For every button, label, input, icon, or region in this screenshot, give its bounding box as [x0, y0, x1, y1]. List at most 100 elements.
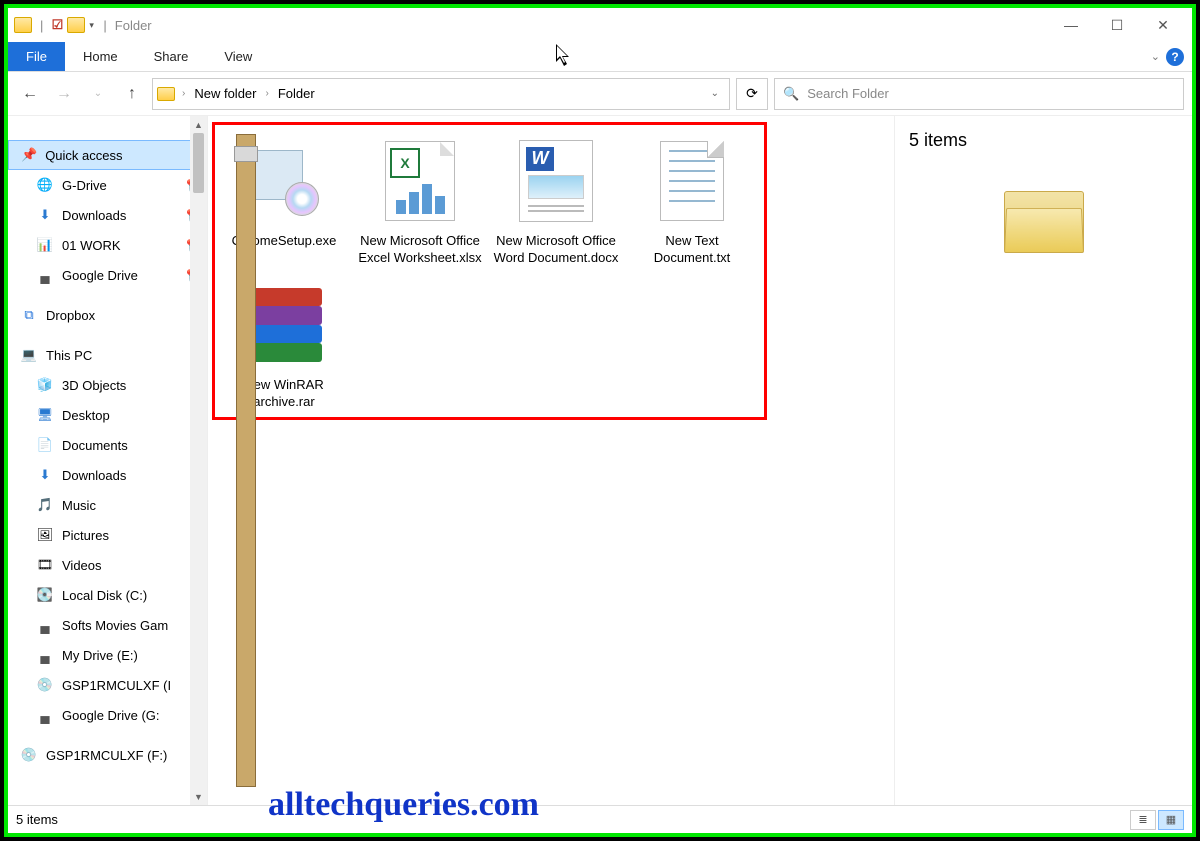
- window-folder-icon: [14, 17, 32, 33]
- preview-pane: 5 items: [894, 116, 1192, 805]
- sidebar-item[interactable]: ⬇ Downloads 📍: [8, 200, 207, 230]
- dvd-icon: 💿: [20, 746, 38, 764]
- sidebar-label: GSP1RMCULXF (F:): [46, 748, 167, 763]
- ribbon-tab-file[interactable]: File: [8, 42, 65, 71]
- file-list-area[interactable]: ChromeSetup.exe X New Microsoft Office E…: [208, 116, 894, 805]
- address-folder-icon: [157, 87, 175, 101]
- scroll-down-icon[interactable]: ▼: [190, 788, 207, 805]
- sidebar-label: Music: [62, 498, 96, 513]
- file-item-word[interactable]: W New Microsoft Office Word Document.doc…: [493, 131, 619, 267]
- scroll-up-icon[interactable]: ▲: [190, 116, 207, 133]
- qat-dropdown-icon[interactable]: ▾: [89, 20, 99, 31]
- ribbon-tab-share[interactable]: Share: [136, 42, 207, 71]
- 3dobjects-icon: 🧊: [36, 376, 54, 394]
- sidebar-item[interactable]: ▄ Google Drive (G:: [8, 700, 207, 730]
- disk-icon: ▄: [36, 706, 54, 724]
- pictures-icon: 🖼: [36, 526, 54, 544]
- sidebar-item[interactable]: 🌐 G-Drive 📍: [8, 170, 207, 200]
- breadcrumb-segment[interactable]: Folder: [276, 86, 317, 101]
- back-button[interactable]: ←: [16, 80, 44, 108]
- close-button[interactable]: ✕: [1140, 9, 1186, 41]
- word-file-icon: W: [519, 140, 593, 222]
- file-item-rar[interactable]: New WinRAR archive.rar: [221, 275, 347, 411]
- breadcrumb-separator-icon[interactable]: ›: [179, 88, 188, 99]
- recent-locations-button[interactable]: ⌄: [84, 80, 112, 108]
- watermark-text: alltechqueries.com: [268, 786, 539, 824]
- view-toggle: ≣ ▦: [1130, 810, 1184, 830]
- rar-file-icon: [246, 288, 322, 362]
- qat-checkbox-icon[interactable]: ☑: [47, 15, 67, 35]
- file-label: New Text Document.txt: [629, 233, 755, 267]
- sidebar-label: Softs Movies Gam: [62, 618, 168, 633]
- disk-icon: 💽: [36, 586, 54, 604]
- sidebar-dropbox[interactable]: ⧉ Dropbox: [8, 300, 207, 330]
- icons-view-button[interactable]: ▦: [1158, 810, 1184, 830]
- sidebar-this-pc[interactable]: 💻 This PC: [8, 340, 207, 370]
- sidebar-item[interactable]: 💿 GSP1RMCULXF (I: [8, 670, 207, 700]
- sidebar-label: GSP1RMCULXF (I: [62, 678, 171, 693]
- sidebar-label: Videos: [62, 558, 102, 573]
- dvd-icon: 💿: [36, 676, 54, 694]
- sidebar-item[interactable]: ▄ Google Drive 📍: [8, 260, 207, 290]
- minimize-button[interactable]: —: [1048, 9, 1094, 41]
- preview-item-count: 5 items: [909, 130, 967, 151]
- refresh-button[interactable]: ⟳: [736, 78, 768, 110]
- sidebar-item[interactable]: 📊 01 WORK 📍: [8, 230, 207, 260]
- navigation-row: ← → ⌄ ↑ › New folder › Folder ⌄ ⟳ 🔍 Sear…: [8, 72, 1192, 116]
- details-view-button[interactable]: ≣: [1130, 810, 1156, 830]
- explorer-window: | ☑ ▾ | Folder — ☐ ✕ File Home Share Vie…: [8, 8, 1192, 833]
- breadcrumb-separator-icon[interactable]: ›: [262, 88, 271, 99]
- downloads-icon: ⬇: [36, 206, 54, 224]
- sidebar-item[interactable]: 💽Local Disk (C:): [8, 580, 207, 610]
- sidebar-label: This PC: [46, 348, 92, 363]
- address-history-dropdown-icon[interactable]: ⌄: [705, 88, 725, 99]
- search-icon: 🔍: [783, 86, 799, 102]
- sidebar-item[interactable]: 🖼Pictures: [8, 520, 207, 550]
- breadcrumb-segment[interactable]: New folder: [192, 86, 258, 101]
- sidebar-label: Documents: [62, 438, 128, 453]
- forward-button[interactable]: →: [50, 80, 78, 108]
- search-placeholder: Search Folder: [807, 86, 889, 101]
- sidebar-label: My Drive (E:): [62, 648, 138, 663]
- videos-icon: 🎞: [36, 556, 54, 574]
- sidebar-label: Google Drive: [62, 268, 138, 283]
- sidebar-item[interactable]: ▄Softs Movies Gam: [8, 610, 207, 640]
- sidebar-item[interactable]: 🖥Desktop: [8, 400, 207, 430]
- sidebar-label: Downloads: [62, 208, 126, 223]
- disk-icon: ▄: [36, 646, 54, 664]
- sidebar-item[interactable]: ⬇Downloads: [8, 460, 207, 490]
- file-item-txt[interactable]: New Text Document.txt: [629, 131, 755, 267]
- ribbon-collapse-icon[interactable]: ⌄: [1151, 50, 1160, 63]
- scrollbar-thumb[interactable]: [193, 133, 204, 193]
- up-button[interactable]: ↑: [118, 80, 146, 108]
- sidebar-item[interactable]: ▄ My Drive (E:): [8, 640, 207, 670]
- file-item-excel[interactable]: X New Microsoft Office Excel Worksheet.x…: [357, 131, 483, 267]
- sidebar-item[interactable]: 💿 GSP1RMCULXF (F:): [8, 740, 207, 770]
- qat-folder-icon[interactable]: [67, 17, 85, 33]
- titlebar-divider: |: [103, 18, 106, 33]
- sidebar-item[interactable]: 🎵 Music: [8, 490, 207, 520]
- sidebar-quick-access[interactable]: 📌 Quick access: [8, 140, 207, 170]
- ribbon-tab-home[interactable]: Home: [65, 42, 136, 71]
- sidebar-item[interactable]: 🧊3D Objects: [8, 370, 207, 400]
- sidebar-scrollbar[interactable]: ▲ ▼: [190, 116, 207, 805]
- status-bar: 5 items ≣ ▦: [8, 805, 1192, 833]
- file-grid: ChromeSetup.exe X New Microsoft Office E…: [221, 131, 758, 411]
- help-icon[interactable]: ?: [1166, 48, 1184, 66]
- preview-folder-icon: [1004, 191, 1084, 253]
- excel-file-icon: X: [385, 141, 455, 221]
- status-item-count: 5 items: [16, 812, 58, 827]
- music-icon: 🎵: [36, 496, 54, 514]
- sidebar-label: Google Drive (G:: [62, 708, 160, 723]
- sidebar-label: Quick access: [45, 148, 122, 163]
- titlebar-divider: |: [40, 18, 43, 33]
- work-icon: 📊: [36, 236, 54, 254]
- sidebar-label: Downloads: [62, 468, 126, 483]
- maximize-button[interactable]: ☐: [1094, 9, 1140, 41]
- sidebar-label: G-Drive: [62, 178, 107, 193]
- ribbon-tab-view[interactable]: View: [206, 42, 270, 71]
- sidebar-item[interactable]: 📄Documents: [8, 430, 207, 460]
- address-bar[interactable]: › New folder › Folder ⌄: [152, 78, 730, 110]
- sidebar-item[interactable]: 🎞 Videos: [8, 550, 207, 580]
- search-box[interactable]: 🔍 Search Folder: [774, 78, 1184, 110]
